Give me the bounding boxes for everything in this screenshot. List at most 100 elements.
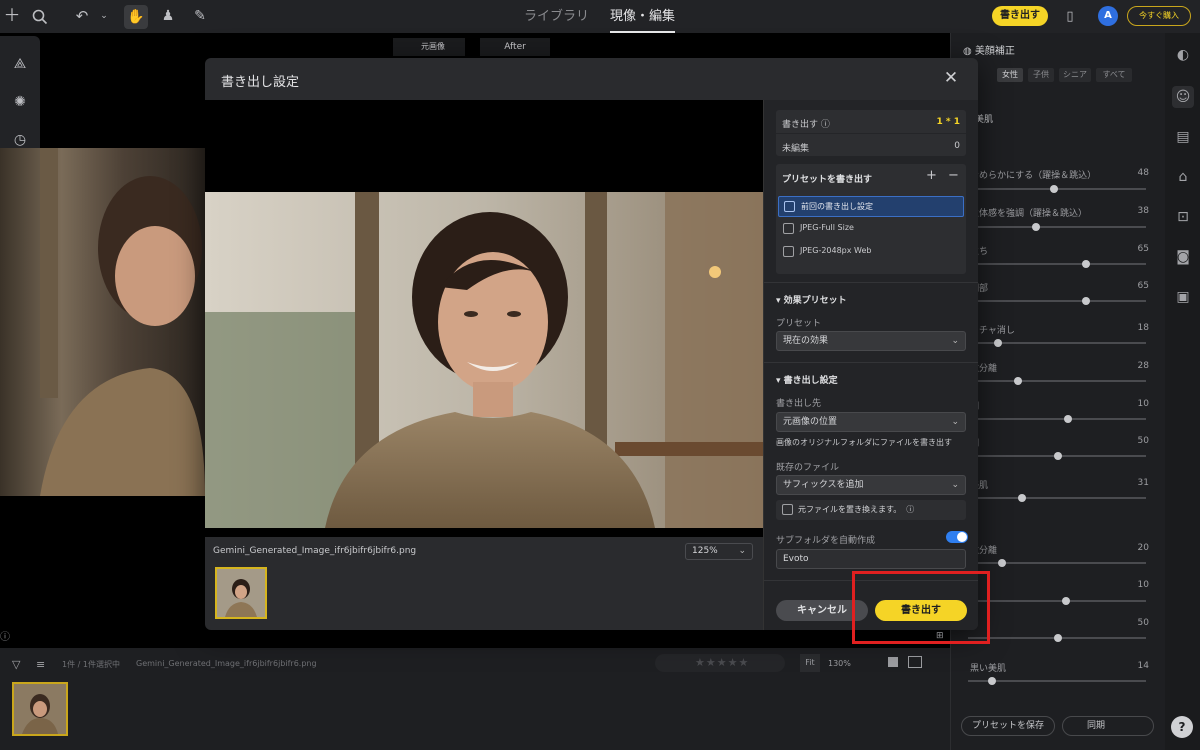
rp-slider-5[interactable] xyxy=(968,339,1146,347)
rp-value: 18 xyxy=(1137,323,1149,333)
panel-toggle-icon[interactable]: ▯ xyxy=(1058,0,1082,33)
rp-row-10: 数分離 20 xyxy=(960,543,1155,561)
pen-icon[interactable]: ✎ xyxy=(188,0,212,33)
zoom-select[interactable]: 125% ⌄ xyxy=(685,543,753,560)
tab-library[interactable]: ライブラリ xyxy=(524,0,589,33)
rp-slider-6[interactable] xyxy=(968,377,1146,385)
compare-view-icon[interactable] xyxy=(908,656,922,668)
subfolder-toggle[interactable] xyxy=(946,531,968,543)
dest-value: 元画像の位置 xyxy=(783,417,838,427)
preset-item-last[interactable]: 前回の書き出し設定 xyxy=(778,196,964,217)
clothes-icon[interactable]: ⌂ xyxy=(1172,166,1194,188)
existing-value: サフィックスを追加 xyxy=(783,480,864,490)
rp-slider-7[interactable] xyxy=(968,415,1146,423)
rp-slider-12[interactable] xyxy=(968,634,1146,642)
preset-item-jpeg-full[interactable]: JPEG-Full Size xyxy=(778,219,964,240)
bottom-zoom[interactable]: 130% xyxy=(828,659,851,668)
chip-female[interactable]: 女性 xyxy=(997,68,1023,82)
stamp-icon[interactable]: ♟ xyxy=(156,0,180,33)
rp-row-2: 立体感を強調（躍操＆跳込） 38 xyxy=(960,206,1155,224)
preset-item-jpeg-2048[interactable]: JPEG-2048px Web xyxy=(778,242,964,263)
rp-value: 31 xyxy=(1137,478,1149,488)
caret-down-icon: ▾ xyxy=(776,376,784,386)
search-icon[interactable] xyxy=(28,0,52,37)
rp-slider-8[interactable] xyxy=(968,452,1146,460)
tab-develop[interactable]: 現像・編集 xyxy=(610,0,676,33)
rp-slider-3[interactable] xyxy=(968,260,1146,268)
presets-box: プリセットを書き出す + − 前回の書き出し設定 JPEG-Full Size … xyxy=(776,164,966,274)
rp-row-3: 立ち 65 xyxy=(960,244,1155,262)
fit-button[interactable]: Fit xyxy=(800,654,820,672)
add-preset-icon[interactable]: + xyxy=(926,168,937,183)
rp-slider-11[interactable] xyxy=(968,597,1146,605)
existing-select[interactable]: サフィックスを追加 ⌄ xyxy=(776,475,966,495)
unedited-label: 未編集 xyxy=(782,144,810,154)
rp-value: 20 xyxy=(1137,543,1149,553)
divider xyxy=(764,362,978,363)
filter-icon[interactable]: ▽ xyxy=(12,658,20,671)
palette-icon[interactable]: ◐ xyxy=(1172,44,1194,66)
effect-section-header[interactable]: ▾ 効果プリセット xyxy=(776,293,847,306)
filmstrip-thumbnail[interactable] xyxy=(12,682,68,736)
close-icon[interactable]: ✕ xyxy=(940,68,962,88)
rp-value: 50 xyxy=(1137,618,1149,628)
ai-adjust-icon[interactable]: ⟁ xyxy=(8,48,32,81)
folder-icon[interactable]: ▣ xyxy=(1172,286,1194,308)
chip-all[interactable]: すべて xyxy=(1096,68,1132,82)
crop-icon[interactable]: ⊡ xyxy=(1172,206,1194,228)
rp-row-1: なめらかにする（躍操＆跳込） 48 xyxy=(960,168,1155,186)
face-icon[interactable]: ☺ xyxy=(1172,86,1194,108)
preset-checkbox[interactable] xyxy=(784,201,795,212)
single-view-icon[interactable] xyxy=(888,657,898,667)
buy-now-button[interactable]: 今すぐ購入 xyxy=(1127,6,1191,26)
preset-checkbox[interactable] xyxy=(783,223,794,234)
camera-icon[interactable]: ◙ xyxy=(1172,246,1194,268)
subfolder-label: サブフォルダを自動作成 xyxy=(776,536,876,546)
sort-icon[interactable]: ≡ xyxy=(36,658,45,671)
divider xyxy=(776,133,966,134)
export-section-header[interactable]: ▾ 書き出し設定 xyxy=(776,373,838,386)
chip-child[interactable]: 子供 xyxy=(1028,68,1054,82)
rp-slider-2[interactable] xyxy=(968,223,1146,231)
preset-label: 前回の書き出し設定 xyxy=(801,202,873,211)
rating-stars[interactable]: ★★★★★ xyxy=(655,654,785,672)
overwrite-checkbox[interactable] xyxy=(782,504,793,515)
info-icon[interactable]: ⓘ xyxy=(0,628,10,643)
preset-checkbox[interactable] xyxy=(783,246,794,257)
unedited-value: 0 xyxy=(954,141,960,151)
adjust-icon[interactable]: ▤ xyxy=(1172,126,1194,148)
chevron-down-icon[interactable]: ⌄ xyxy=(92,0,116,33)
help-icon[interactable]: ? xyxy=(1171,716,1193,738)
rp-slider-1[interactable] xyxy=(968,185,1146,193)
effect-label: プリセット xyxy=(776,319,822,329)
rp-slider-13[interactable] xyxy=(968,677,1146,685)
rp-row-9: 美肌 31 xyxy=(960,478,1155,496)
rp-value: 65 xyxy=(1137,244,1149,254)
subfolder-name-input[interactable]: Evoto xyxy=(776,549,966,569)
save-preset-button[interactable]: プリセットを保存 xyxy=(961,716,1055,736)
avatar[interactable]: A xyxy=(1098,6,1118,26)
existing-label: 既存のファイル xyxy=(776,463,840,473)
top-export-button[interactable]: 書き出す xyxy=(992,6,1048,26)
overwrite-row[interactable]: 元ファイルを置き換えます。 ⓘ xyxy=(776,500,966,520)
dest-select[interactable]: 元画像の位置 ⌄ xyxy=(776,412,966,432)
rp-slider-10[interactable] xyxy=(968,559,1146,567)
effects-icon[interactable]: ✺ xyxy=(8,86,32,119)
top-toolbar: ＋ ↶ ⌄ ✋ ♟ ✎ ライブラリ 現像・編集 書き出す ▯ A 今すぐ購入 xyxy=(0,0,1200,33)
compare-select[interactable]: 元画像 xyxy=(393,38,465,56)
rp-slider-4[interactable] xyxy=(968,297,1146,305)
background-photo xyxy=(0,148,205,496)
sync-button[interactable]: 同期 xyxy=(1062,716,1154,736)
undo-icon[interactable]: ↶ xyxy=(70,0,94,33)
dialog-title: 書き出し設定 xyxy=(221,75,300,90)
dialog-thumbnail[interactable] xyxy=(215,567,267,619)
export-count-label: 書き出す ⓘ xyxy=(782,120,830,130)
rp-row-13: 黒い美肌 14 xyxy=(960,661,1155,679)
plus-icon[interactable]: ＋ xyxy=(0,0,24,33)
hand-icon[interactable]: ✋ xyxy=(124,5,148,29)
remove-preset-icon[interactable]: − xyxy=(948,168,959,183)
rp-value: 48 xyxy=(1137,168,1149,178)
chip-senior[interactable]: シニア xyxy=(1059,68,1091,82)
effect-select[interactable]: 現在の効果 ⌄ xyxy=(776,331,966,351)
rp-slider-9[interactable] xyxy=(968,494,1146,502)
